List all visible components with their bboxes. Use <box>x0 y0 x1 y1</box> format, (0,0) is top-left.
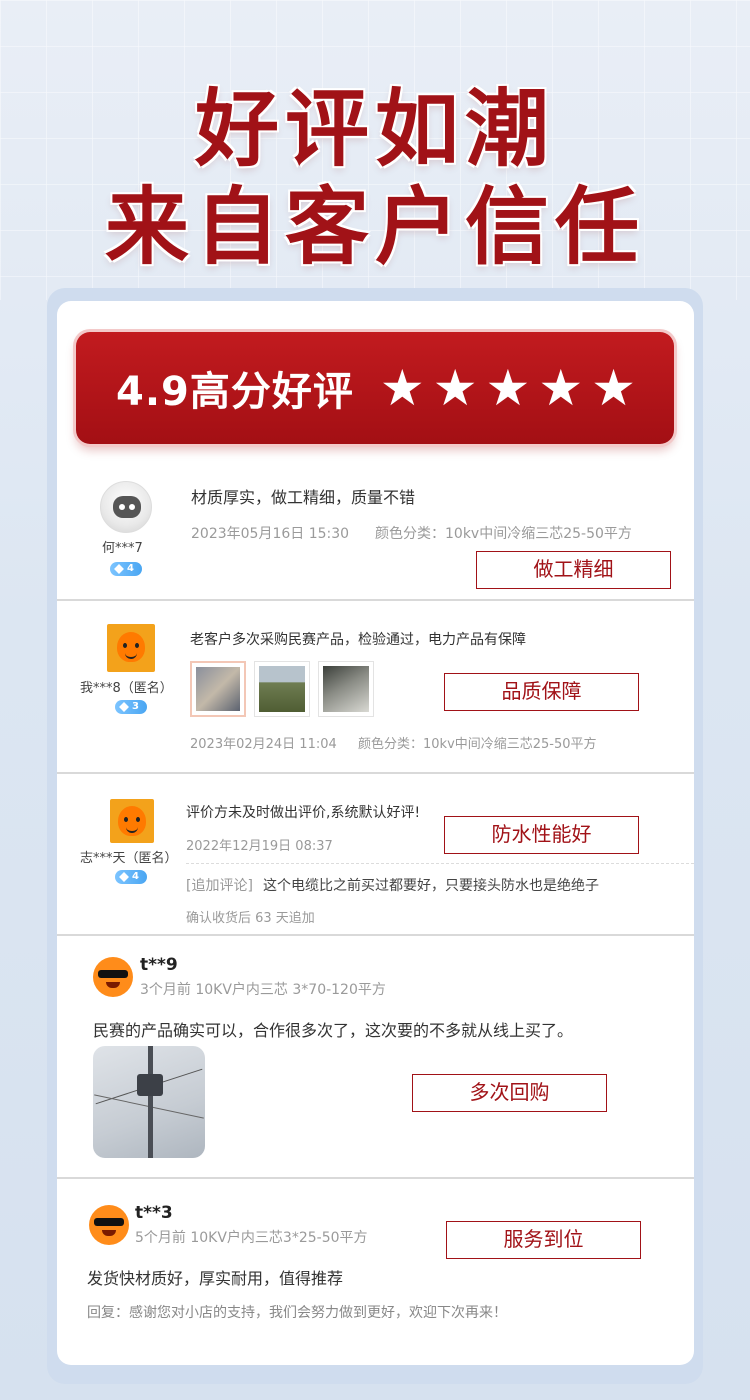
highlight-tag: 多次回购 <box>412 1074 607 1112</box>
highlight-tag: 做工精细 <box>476 551 671 589</box>
review-photo-thumbnail[interactable] <box>190 661 246 717</box>
review-spec: 3个月前 10KV户内三芯 3*70-120平方 <box>140 982 386 998</box>
avatar <box>93 957 133 997</box>
level-badge: 4 <box>110 562 142 576</box>
star-icon: ★ <box>432 359 478 417</box>
followup-text: 这个电缆比之前买过都要好，只要接头防水也是绝绝子 <box>263 878 599 894</box>
reviewer-name: 志***天（匿名） <box>80 851 178 866</box>
review-date: 2023年02月24日 11:04 <box>190 737 337 752</box>
divider <box>57 1177 694 1179</box>
review-photo[interactable] <box>93 1046 205 1158</box>
review-text: 评价方未及时做出评价,系统默认好评! <box>186 805 421 821</box>
followup-label: [追加评论] <box>186 878 253 894</box>
review-text: 发货快材质好，厚实耐用，值得推荐 <box>87 1269 344 1288</box>
review-text: 老客户多次采购民赛产品，检验通过，电力产品有保障 <box>190 632 526 648</box>
review-date: 2022年12月19日 08:37 <box>186 839 333 854</box>
star-icon: ★ <box>591 359 636 417</box>
rating-stars: ★ ★ ★ ★ ★ <box>380 363 636 413</box>
level-badge: 4 <box>115 870 147 884</box>
divider <box>57 599 694 601</box>
reviewer-name: t**3 <box>135 1203 173 1223</box>
review-text: 材质厚实，做工精细，质量不错 <box>191 488 416 507</box>
avatar <box>110 799 154 843</box>
avatar <box>100 481 152 533</box>
review-text: 民赛的产品确实可以，合作很多次了，这次要的不多就从线上买了。 <box>93 1021 574 1040</box>
followup-divider <box>186 863 694 864</box>
highlight-tag: 防水性能好 <box>444 816 639 854</box>
followup-meta: 确认收货后 63 天追加 <box>186 911 315 926</box>
rating-label: 4.9高分好评 <box>116 369 354 415</box>
review-photo-thumbnail[interactable] <box>318 661 374 717</box>
reviewer-name: 何***7 <box>102 541 143 556</box>
star-icon: ★ <box>379 359 425 417</box>
star-icon: ★ <box>538 359 584 417</box>
review-spec: 颜色分类：10kv中间冷缩三芯25-50平方 <box>358 737 597 752</box>
highlight-tag: 服务到位 <box>446 1221 641 1259</box>
review-spec: 颜色分类：10kv中间冷缩三芯25-50平方 <box>375 526 632 542</box>
seller-reply: 回复：感谢您对小店的支持，我们会努力做到更好，欢迎下次再来！ <box>87 1305 507 1321</box>
headline-line-2: 来自客户信任 <box>104 178 645 276</box>
level-badge: 3 <box>115 700 147 714</box>
avatar <box>89 1205 129 1245</box>
star-icon: ★ <box>485 359 531 417</box>
divider <box>57 772 694 774</box>
avatar <box>107 624 155 672</box>
review-date: 2023年05月16日 15:30 <box>191 526 350 542</box>
review-spec: 5个月前 10KV户内三芯3*25-50平方 <box>135 1230 368 1246</box>
reviews-card: 4.9高分好评 ★ ★ ★ ★ ★ 何***7 4 材质厚实，做工精细，质量不错… <box>57 301 694 1365</box>
reviewer-name: 我***8（匿名） <box>80 681 173 696</box>
divider <box>57 934 694 936</box>
highlight-tag: 品质保障 <box>444 673 639 711</box>
review-photo-thumbnail[interactable] <box>254 661 310 717</box>
rating-banner: 4.9高分好评 ★ ★ ★ ★ ★ <box>76 332 674 444</box>
reviewer-name: t**9 <box>140 955 178 975</box>
